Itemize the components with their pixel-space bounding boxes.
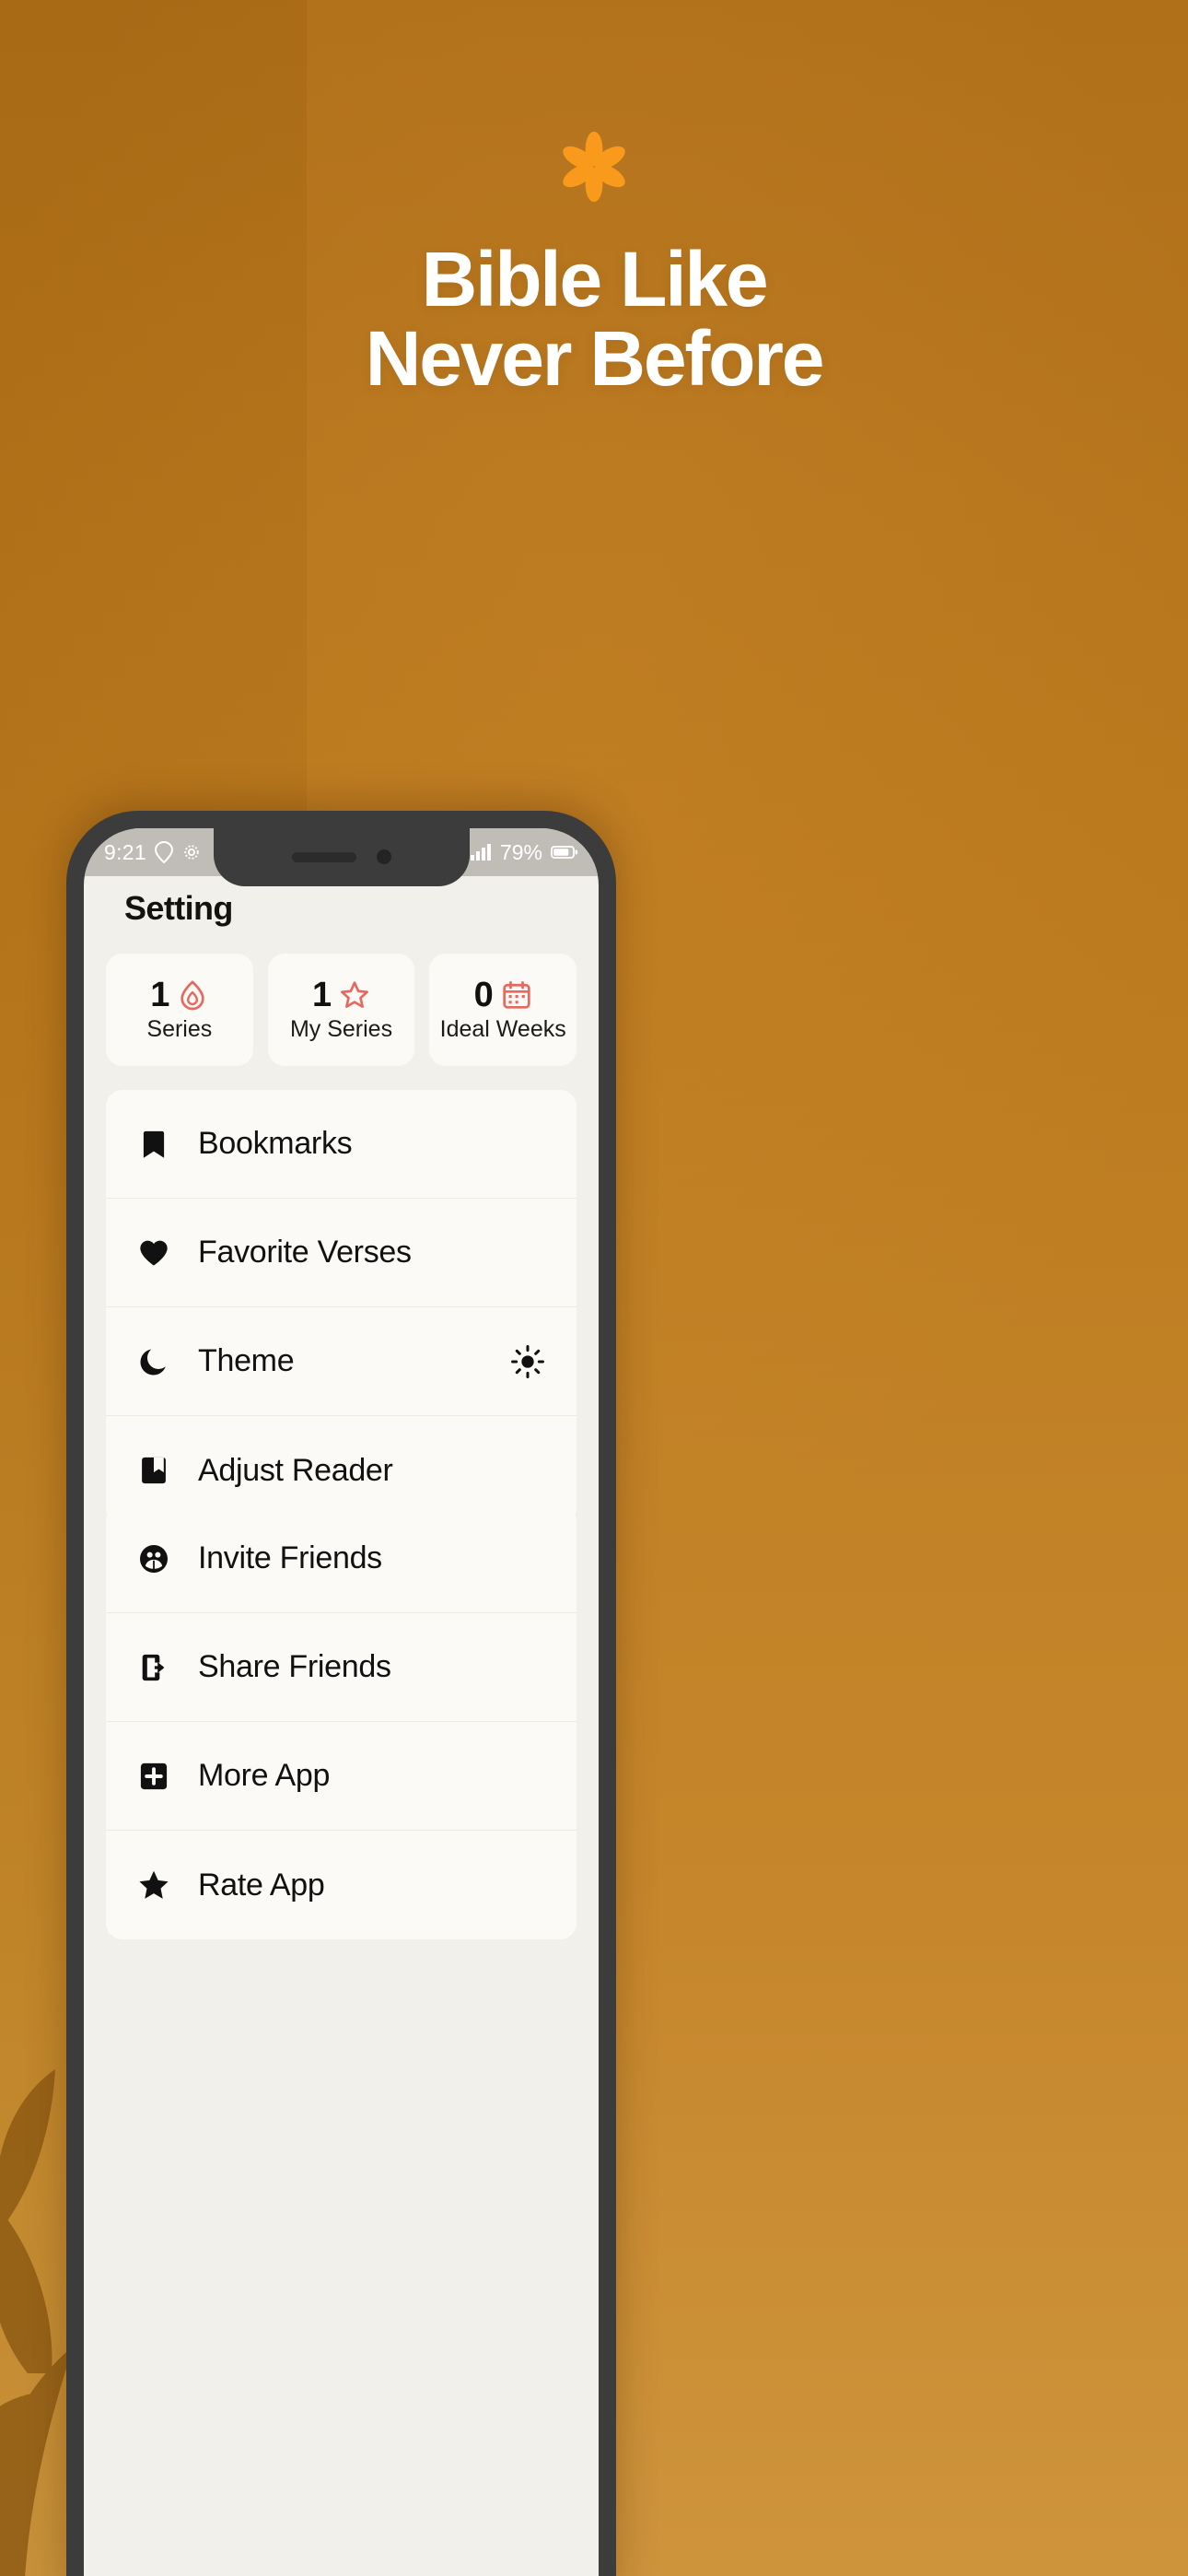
book-square-icon — [142, 1457, 166, 1484]
phone-mockup: 9:21 79% Setting 1 Series 1 My Series 0 … — [66, 811, 616, 2576]
battery-percent-label: 79% — [499, 839, 542, 864]
stat-card-ideal-weeks-top: 0 — [474, 978, 532, 1013]
menu-item-rate-app-label: Rate App — [198, 1867, 325, 1903]
people-circle-icon — [140, 1544, 168, 1573]
stat-card-series-top: 1 — [150, 978, 208, 1013]
stat-card-my-series[interactable]: 1 My Series — [267, 954, 415, 1066]
stat-card-my-series-label: My Series — [289, 1015, 393, 1042]
star-filled-icon — [139, 1870, 169, 1899]
hero-headline: Bible Like Never Before — [0, 240, 1188, 398]
menu-item-adjust-reader-label: Adjust Reader — [198, 1452, 393, 1488]
logo-wrap — [0, 132, 1188, 202]
stat-card-my-series-top: 1 — [312, 978, 370, 1013]
stats-row: 1 Series 1 My Series 0 Ideal Weeks — [106, 954, 577, 1066]
menu-item-more-app[interactable]: More App — [106, 1722, 577, 1831]
bookmark-icon — [143, 1130, 165, 1158]
share-icon — [142, 1654, 165, 1680]
location-pin-icon — [154, 841, 173, 863]
battery-icon — [551, 846, 578, 859]
signal-bars-icon — [470, 844, 491, 861]
menu-item-share-friends-label: Share Friends — [198, 1649, 391, 1684]
calendar-icon — [503, 980, 530, 1009]
star-icon — [341, 980, 369, 1008]
plus-square-icon — [140, 1762, 168, 1789]
menu-item-favorite-verses-label: Favorite Verses — [198, 1235, 412, 1270]
asterisk-flower-icon — [563, 132, 625, 202]
moon-icon — [140, 1349, 166, 1376]
menu-item-favorite-verses[interactable]: Favorite Verses — [106, 1199, 577, 1307]
stat-card-series-label: Series — [146, 1015, 213, 1042]
menu-item-rate-app[interactable]: Rate App — [106, 1831, 577, 1939]
sun-icon[interactable] — [510, 1344, 545, 1379]
stat-card-series-value: 1 — [150, 975, 170, 1014]
heart-icon — [140, 1240, 168, 1265]
hero-headline-line2: Never Before — [365, 314, 825, 402]
status-bar-left: 9:21 — [104, 840, 202, 865]
stat-card-series[interactable]: 1 Series — [106, 954, 253, 1066]
menu-item-theme[interactable]: Theme — [106, 1307, 577, 1416]
menu-item-more-app-label: More App — [198, 1758, 331, 1793]
page-title: Setting — [124, 889, 233, 927]
menu-item-share-friends[interactable]: Share Friends — [106, 1613, 577, 1722]
menu-item-bookmarks-label: Bookmarks — [198, 1126, 353, 1161]
hero-section: Bible Like Never Before — [0, 0, 1188, 398]
menu-item-bookmarks[interactable]: Bookmarks — [106, 1090, 577, 1199]
earpiece-speaker — [291, 851, 356, 862]
phone-screen: 9:21 79% Setting 1 Series 1 My Series 0 … — [84, 828, 599, 2576]
stat-card-my-series-value: 1 — [311, 975, 332, 1014]
front-camera — [376, 849, 391, 864]
status-bar-time: 9:21 — [104, 839, 146, 864]
menu-item-invite-friends-label: Invite Friends — [198, 1540, 382, 1575]
menu-group-secondary: Invite Friends Share Friends More App Ra… — [106, 1505, 577, 1939]
flame-icon — [181, 979, 205, 1010]
menu-item-invite-friends[interactable]: Invite Friends — [106, 1505, 577, 1613]
hero-headline-line1: Bible Like — [421, 236, 769, 322]
menu-group-primary: Bookmarks Favorite Verses Theme Adjust R… — [106, 1090, 577, 1525]
stat-card-ideal-weeks[interactable]: 0 Ideal Weeks — [429, 954, 577, 1066]
stat-card-ideal-weeks-label: Ideal Weeks — [439, 1015, 566, 1042]
stat-card-ideal-weeks-value: 0 — [473, 975, 494, 1014]
phone-notch — [213, 828, 470, 886]
menu-item-theme-label: Theme — [198, 1343, 295, 1378]
gear-icon — [184, 845, 199, 860]
